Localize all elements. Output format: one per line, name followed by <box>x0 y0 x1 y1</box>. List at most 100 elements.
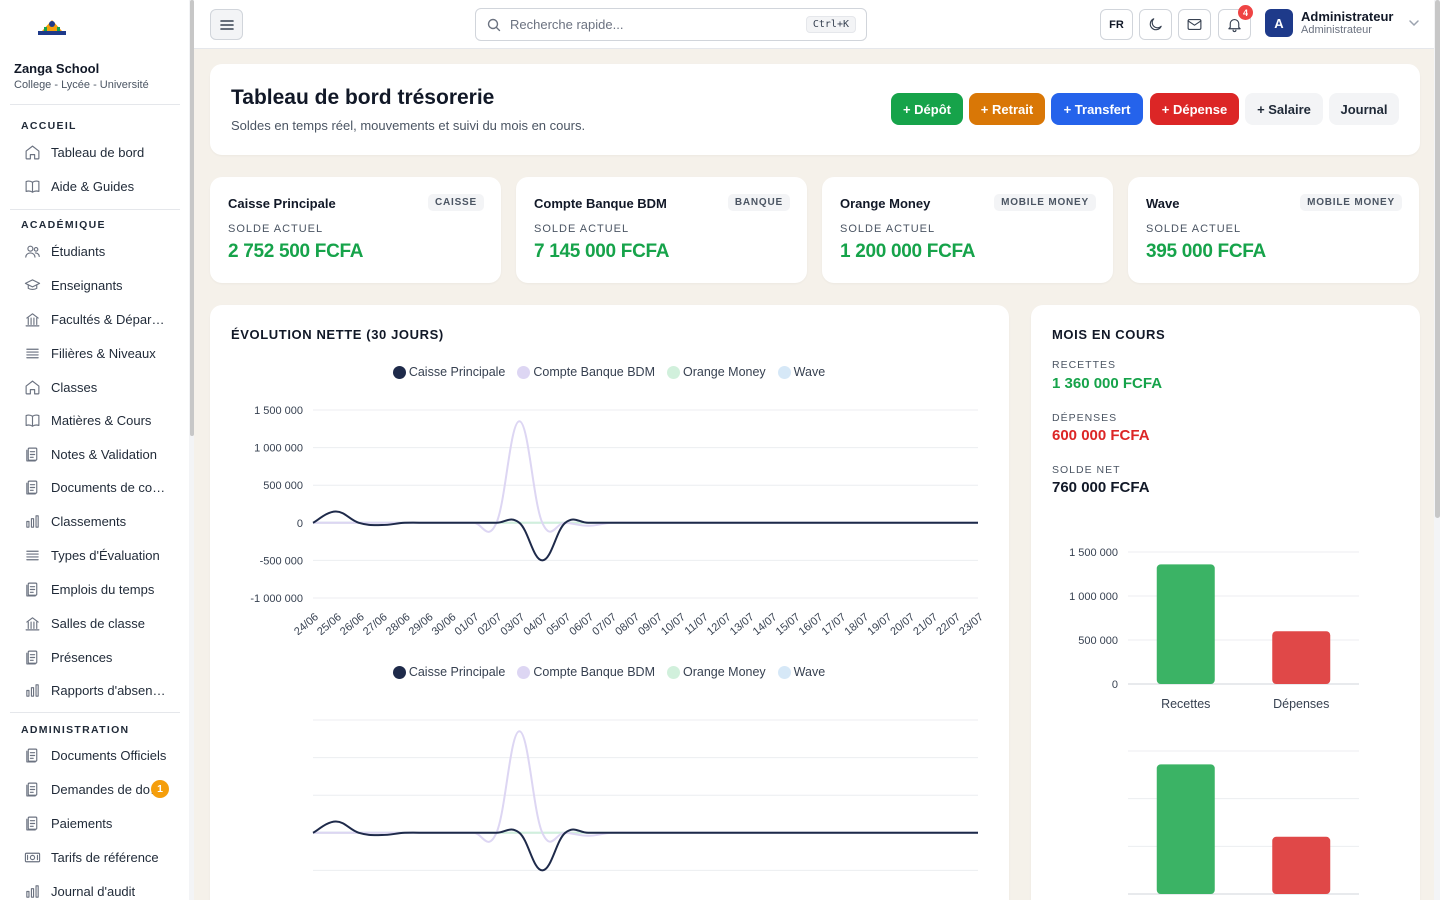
legend-swatch <box>777 365 791 379</box>
menu-toggle-button[interactable] <box>210 9 243 40</box>
language-button[interactable]: FR <box>1100 9 1133 40</box>
sidebar-item-documents-de-cours[interactable]: Documents de cours <box>10 472 180 502</box>
page-title: Tableau de bord trésorerie <box>231 86 495 109</box>
sidebar-item-label: Tableau de bord <box>51 144 145 160</box>
sidebar-item-label: Documents Officiels <box>51 747 167 763</box>
building-icon <box>25 616 40 630</box>
quick-search[interactable]: Ctrl+K <box>475 8 867 41</box>
bar-recettes[interactable] <box>1156 564 1215 684</box>
depenses-label: DÉPENSES <box>1052 412 1118 424</box>
sidebar-item-demandes-de-documents[interactable]: Demandes de documents1 <box>10 774 180 804</box>
month-bar-chart-2 <box>1128 750 1359 895</box>
messages-button[interactable] <box>1178 9 1211 40</box>
sidebar-item-aide-guides[interactable]: Aide & Guides <box>10 171 180 201</box>
sidebar-item-label: Étudiants <box>51 243 106 259</box>
legend-item[interactable]: Wave <box>777 365 825 379</box>
sidebar-item-journal-d-audit[interactable]: Journal d'audit <box>10 876 180 900</box>
theme-toggle-button[interactable] <box>1139 9 1172 40</box>
sidebar-item-enseignants[interactable]: Enseignants <box>10 270 180 300</box>
expense-button[interactable]: + Dépense <box>1150 93 1239 125</box>
page-scrollbar-thumb[interactable] <box>1435 0 1440 518</box>
user-menu[interactable]: A Administrateur Administrateur <box>1265 9 1421 37</box>
sidebar-item-salles-de-classe[interactable]: Salles de classe <box>10 608 180 638</box>
sidebar-divider <box>10 104 180 105</box>
list-icon <box>26 550 39 560</box>
y-tick-label: -1 000 000 <box>250 593 303 605</box>
topbar: Ctrl+K FR 4 A Administrateur Administrat… <box>194 0 1434 49</box>
x-category-label: Recettes <box>1161 697 1210 711</box>
series-line <box>313 730 978 843</box>
y-tick-label: 1 000 000 <box>254 443 303 455</box>
account-card[interactable]: Compte Banque BDM BANQUE SOLDE ACTUEL 7 145… <box>516 177 807 283</box>
bar-depenses[interactable] <box>1272 631 1331 684</box>
y-tick-label: 1 000 000 <box>1069 591 1118 603</box>
sidebar-item-documents-officiels[interactable]: Documents Officiels <box>10 740 180 770</box>
school-name: Zanga School <box>14 61 100 76</box>
account-balance: 7 145 000 FCFA <box>534 241 670 262</box>
sidebar-item-tarifs-de-reference[interactable]: Tarifs de référence <box>10 842 180 872</box>
legend-label: Compte Banque BDM <box>533 365 655 379</box>
deposit-button[interactable]: + Dépôt <box>891 93 963 125</box>
bar-recettes[interactable] <box>1156 764 1215 894</box>
sidebar-item-etudiants[interactable]: Étudiants <box>10 236 180 266</box>
sidebar-item-label: Notes & Validation <box>51 446 157 462</box>
notifications-button[interactable]: 4 <box>1218 5 1253 40</box>
sidebar-item-classes[interactable]: Classes <box>10 372 180 402</box>
account-name: Compte Banque BDM <box>534 196 667 211</box>
account-card[interactable]: Caisse Principale CAISSE SOLDE ACTUEL 2 752… <box>210 177 501 283</box>
search-icon <box>487 18 501 31</box>
sidebar-item-matieres-cours[interactable]: Matières & Cours <box>10 405 180 435</box>
salary-button[interactable]: + Salaire <box>1245 93 1323 125</box>
document-icon <box>26 447 38 461</box>
x-tick-label: 10/07 <box>659 611 688 635</box>
sidebar-item-classements[interactable]: Classements <box>10 506 180 536</box>
home-icon <box>25 145 40 159</box>
legend-item[interactable]: Caisse Principale <box>392 665 505 679</box>
school-logo[interactable] <box>28 12 76 40</box>
sidebar-item-notes-validation[interactable]: Notes & Validation <box>10 439 180 469</box>
hamburger-icon <box>219 19 234 30</box>
sidebar-item-filieres-niveaux[interactable]: Filières & Niveaux <box>10 338 180 368</box>
legend-item[interactable]: Orange Money <box>666 365 766 379</box>
sidebar-item-types-d-evaluation[interactable]: Types d'Évaluation <box>10 540 180 570</box>
bar-chart-icon <box>26 683 39 697</box>
account-card[interactable]: Orange Money MOBILE MONEY SOLDE ACTUEL 1 20… <box>822 177 1113 283</box>
money-icon <box>24 852 41 862</box>
evolution-line-chart-2 <box>312 719 978 872</box>
sidebar-item-label: Classements <box>51 513 127 529</box>
series-line <box>313 420 978 533</box>
sidebar-item-label: Enseignants <box>51 277 123 293</box>
journal-button[interactable]: Journal <box>1329 93 1399 125</box>
evolution-line-chart: 1 500 000 1 000 000 500 000 0 -500 000 -1 000… <box>250 405 986 635</box>
transfer-button[interactable]: + Transfert <box>1051 93 1143 125</box>
document-icon <box>26 480 38 494</box>
legend-label: Compte Banque BDM <box>533 665 655 679</box>
evolution-card: ÉVOLUTION NETTE (30 JOURS) Caisse Princi… <box>210 305 1009 900</box>
account-type-badge: CAISSE <box>427 194 484 211</box>
sidebar-item-emplois-du-temps[interactable]: Emplois du temps <box>10 574 180 604</box>
legend-label: Caisse Principale <box>408 365 506 379</box>
sidebar-item-presences[interactable]: Présences <box>10 642 180 672</box>
book-icon <box>25 414 40 427</box>
sidebar-divider <box>10 712 180 713</box>
legend-item[interactable]: Orange Money <box>666 665 766 679</box>
bar-depenses[interactable] <box>1272 836 1331 894</box>
account-card[interactable]: Wave MOBILE MONEY SOLDE ACTUEL 395 000 FCFA <box>1128 177 1419 283</box>
sidebar-scrollbar-thumb[interactable] <box>190 0 194 436</box>
recettes-value: 1 360 000 FCFA <box>1052 375 1163 392</box>
bar-chart-icon <box>26 514 39 528</box>
legend-item[interactable]: Compte Banque BDM <box>517 665 655 679</box>
legend-item[interactable]: Wave <box>777 665 825 679</box>
sidebar-item-facultes-departements[interactable]: Facultés & Départements <box>10 304 180 334</box>
legend-item[interactable]: Compte Banque BDM <box>517 365 655 379</box>
withdrawal-button[interactable]: + Retrait <box>969 93 1045 125</box>
document-icon <box>26 650 38 664</box>
month-card: MOIS EN COURS RECETTES 1 360 000 FCFA DÉ… <box>1031 305 1420 900</box>
sidebar-item-tableau-de-bord[interactable]: Tableau de bord <box>10 137 180 167</box>
net-value: 760 000 FCFA <box>1052 479 1150 496</box>
sidebar-item-rapports-d-absences[interactable]: Rapports d'absences <box>10 675 180 705</box>
search-input[interactable] <box>510 17 790 32</box>
sidebar-item-paiements[interactable]: Paiements <box>10 808 180 838</box>
y-tick-label: 0 <box>297 518 303 530</box>
legend-item[interactable]: Caisse Principale <box>392 365 506 379</box>
